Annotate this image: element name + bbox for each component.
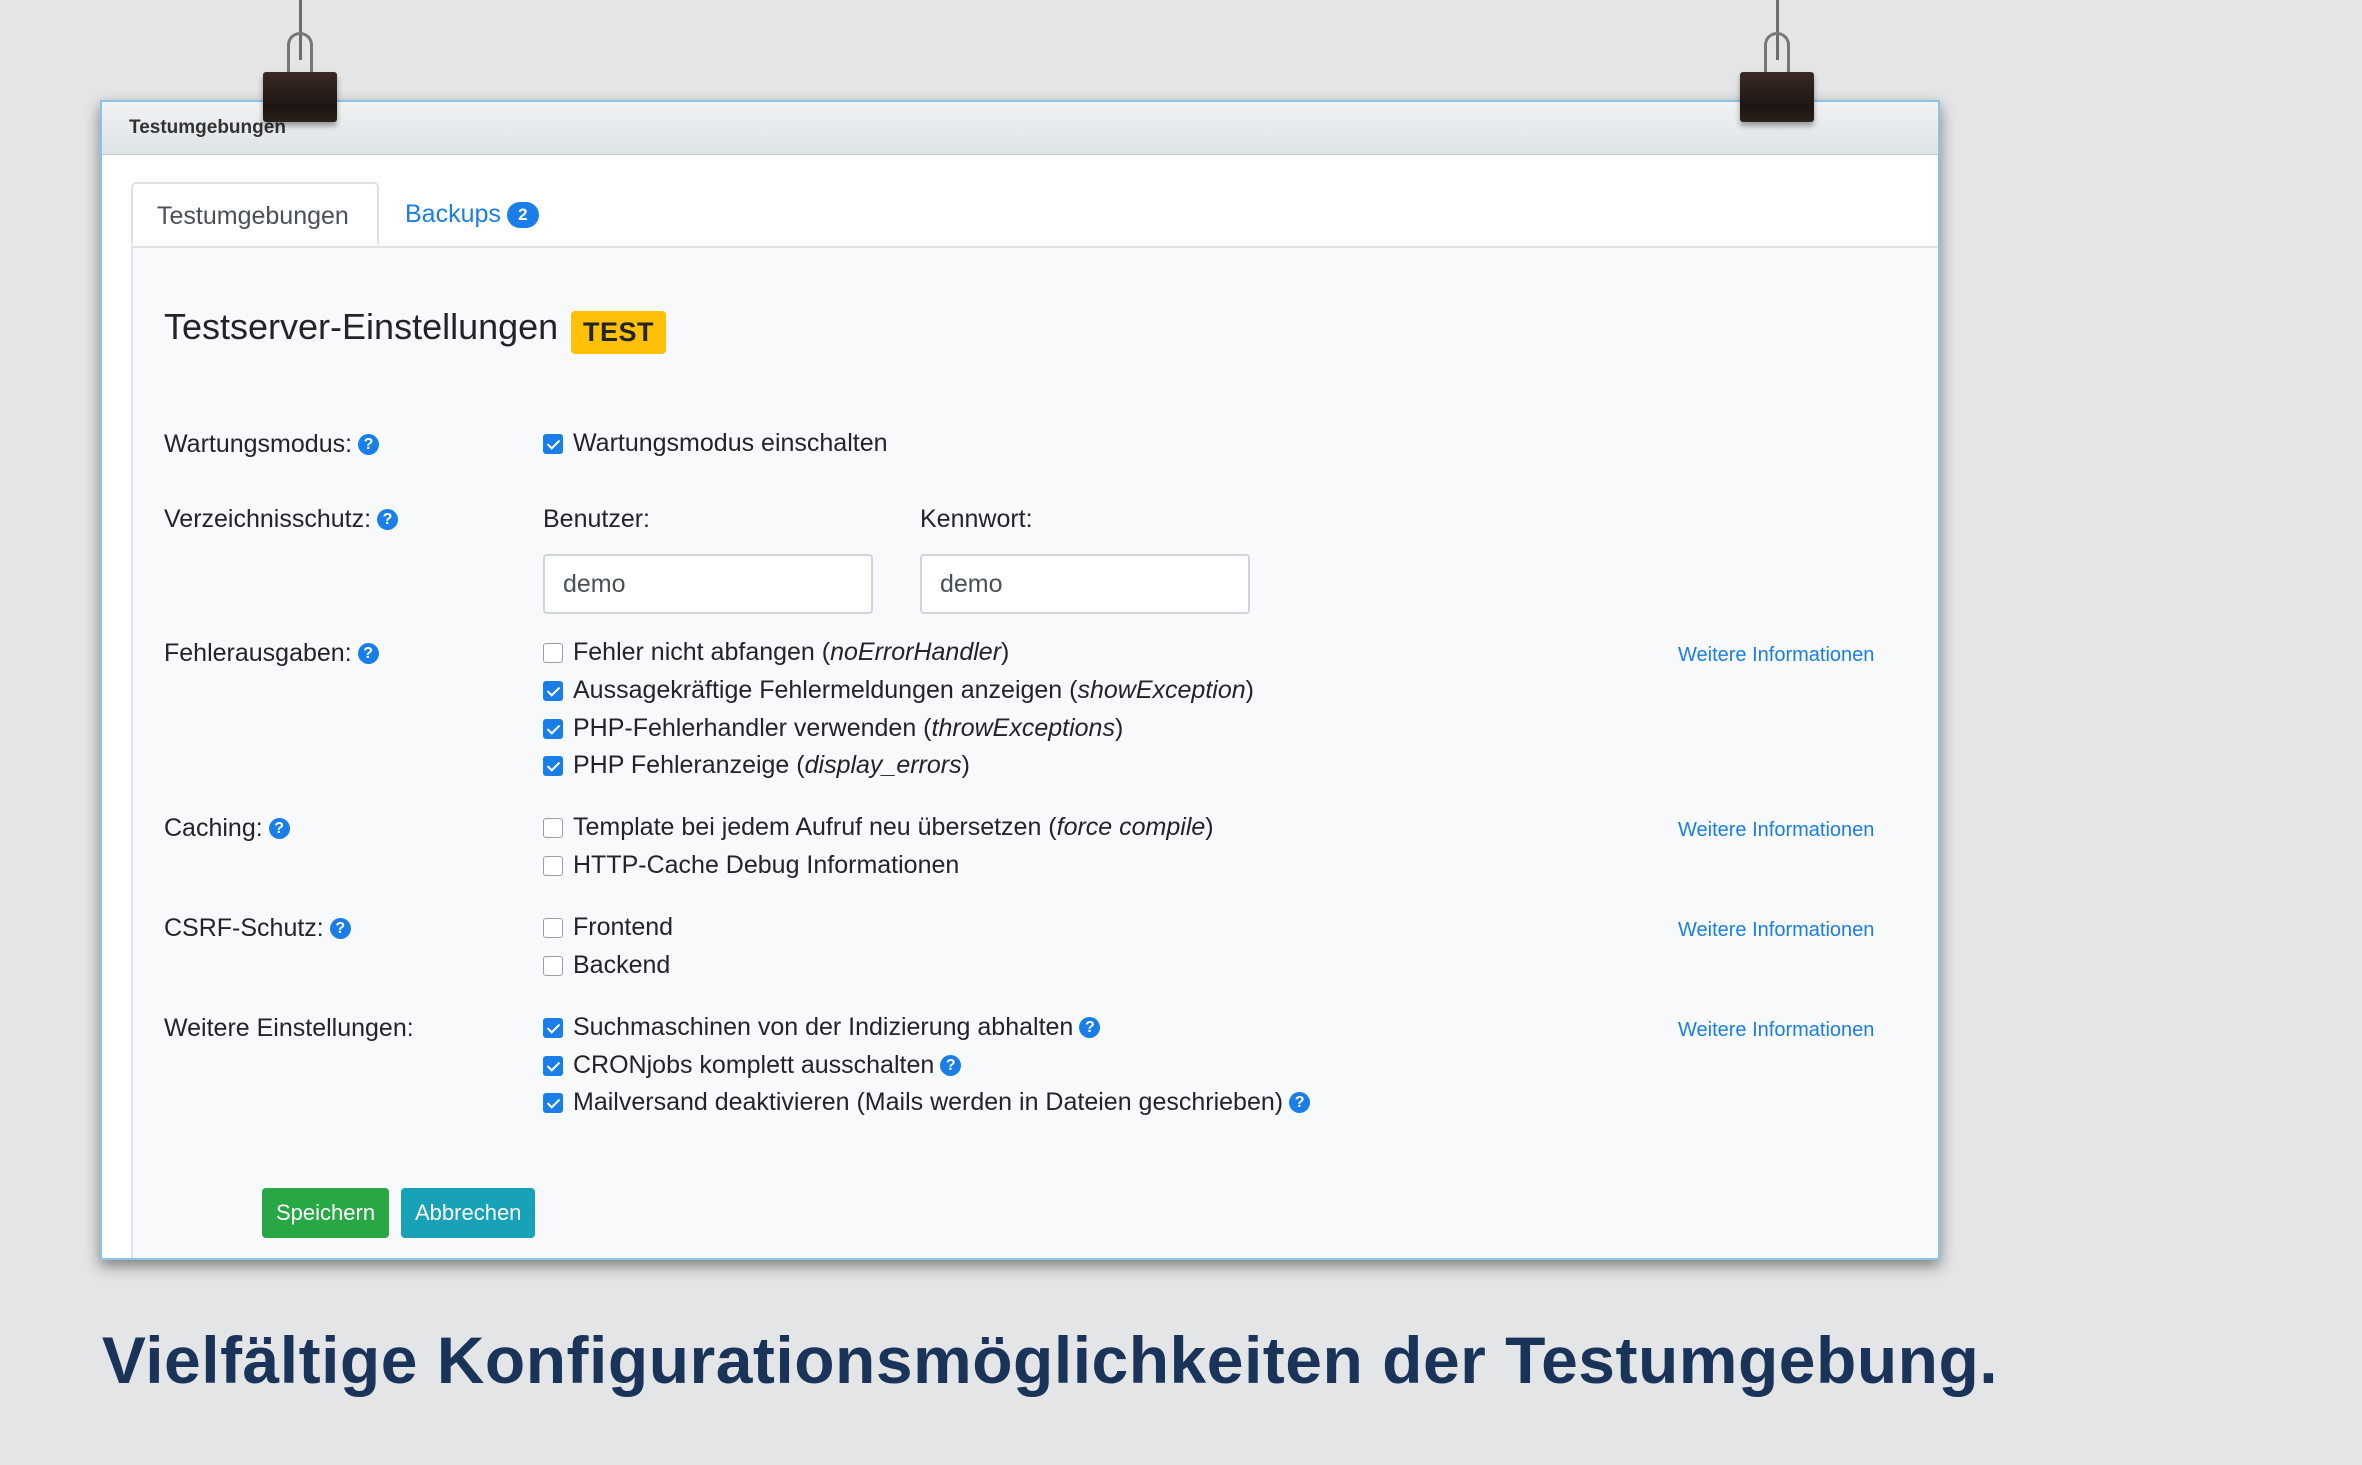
fehlerausgaben-label: Fehlerausgaben:? — [164, 639, 379, 668]
wartungsmodus-option[interactable]: Wartungsmodus einschalten — [543, 428, 888, 458]
help-icon[interactable]: ? — [357, 643, 379, 664]
verzeichnisschutz-label: Verzeichnisschutz:? — [164, 505, 399, 534]
save-button[interactable]: Speichern — [262, 1188, 390, 1238]
cronjobs-option[interactable]: CRONjobs komplett ausschalten? — [543, 1050, 962, 1080]
show-exception-option[interactable]: Aussagekräftige Fehlermeldungen anzeigen… — [543, 675, 1254, 705]
force-compile-checkbox[interactable] — [543, 818, 563, 838]
throw-exceptions-option[interactable]: PHP-Fehlerhandler verwenden (throwExcept… — [543, 713, 1123, 743]
weitere-more-info-link[interactable]: Weitere Informationen — [1678, 1019, 1874, 1042]
tab-label: Testumgebungen — [157, 202, 349, 230]
help-icon[interactable]: ? — [1289, 1092, 1311, 1113]
caption: Vielfältige Konfigurationsmöglichkeiten … — [101, 1323, 1999, 1397]
help-icon[interactable]: ? — [377, 509, 399, 530]
caching-more-info-link[interactable]: Weitere Informationen — [1678, 819, 1874, 842]
fehler-more-info-link[interactable]: Weitere Informationen — [1678, 644, 1874, 667]
page-title: Testserver-Einstellungen — [164, 306, 559, 347]
help-icon[interactable]: ? — [268, 818, 290, 839]
show-exception-checkbox[interactable] — [543, 681, 563, 701]
wartungsmodus-checkbox[interactable] — [543, 434, 563, 454]
benutzer-label: Benutzer: — [543, 505, 651, 533]
tab-label: Backups — [405, 200, 501, 228]
wartungsmodus-label: Wartungsmodus:? — [164, 430, 380, 459]
help-icon[interactable]: ? — [358, 434, 380, 455]
kennwort-input[interactable]: demo — [920, 554, 1250, 614]
display-errors-checkbox[interactable] — [543, 756, 563, 776]
backups-count-badge: 2 — [506, 202, 539, 228]
settings-window: Testumgebungen Testumgebungen Backups 2 T… — [100, 100, 1940, 1260]
tab-panel: Testserver-Einstellungen TEST Wartungsmo… — [131, 248, 1938, 1258]
display-errors-option[interactable]: PHP Fehleranzeige (display_errors) — [543, 750, 970, 780]
csrf-backend-option[interactable]: Backend — [543, 950, 670, 980]
no-error-handler-option[interactable]: Fehler nicht abfangen (noErrorHandler) — [543, 637, 1009, 667]
csrf-more-info-link[interactable]: Weitere Informationen — [1678, 919, 1874, 942]
window-titlebar: Testumgebungen — [102, 102, 1938, 155]
csrf-frontend-checkbox[interactable] — [543, 918, 563, 938]
force-compile-option[interactable]: Template bei jedem Aufruf neu übersetzen… — [543, 812, 1214, 842]
test-badge: TEST — [571, 311, 667, 354]
tab-backups[interactable]: Backups 2 — [381, 182, 563, 246]
csrf-frontend-option[interactable]: Frontend — [543, 912, 673, 942]
no-error-handler-checkbox[interactable] — [543, 643, 563, 663]
mailversand-option[interactable]: Mailversand deaktivieren (Mails werden i… — [543, 1087, 1311, 1117]
kennwort-label: Kennwort: — [920, 505, 1033, 533]
noindex-checkbox[interactable] — [543, 1018, 563, 1038]
csrf-backend-checkbox[interactable] — [543, 956, 563, 976]
cancel-button[interactable]: Abbrechen — [401, 1188, 536, 1238]
tab-bar: Testumgebungen Backups 2 — [131, 182, 1938, 248]
caching-label: Caching:? — [164, 814, 290, 843]
noindex-option[interactable]: Suchmaschinen von der Indizierung abhalt… — [543, 1012, 1101, 1042]
help-icon[interactable]: ? — [1079, 1017, 1101, 1038]
mailversand-checkbox[interactable] — [543, 1093, 563, 1113]
help-icon[interactable]: ? — [940, 1055, 962, 1076]
benutzer-input[interactable]: demo — [543, 554, 873, 614]
csrf-label: CSRF-Schutz:? — [164, 914, 351, 943]
tab-testumgebungen[interactable]: Testumgebungen — [131, 182, 379, 246]
cronjobs-checkbox[interactable] — [543, 1056, 563, 1076]
http-cache-debug-option[interactable]: HTTP-Cache Debug Informationen — [543, 850, 959, 880]
weitere-einstellungen-label: Weitere Einstellungen: — [164, 1014, 414, 1042]
help-icon[interactable]: ? — [329, 918, 351, 939]
http-cache-debug-checkbox[interactable] — [543, 856, 563, 876]
throw-exceptions-checkbox[interactable] — [543, 719, 563, 739]
